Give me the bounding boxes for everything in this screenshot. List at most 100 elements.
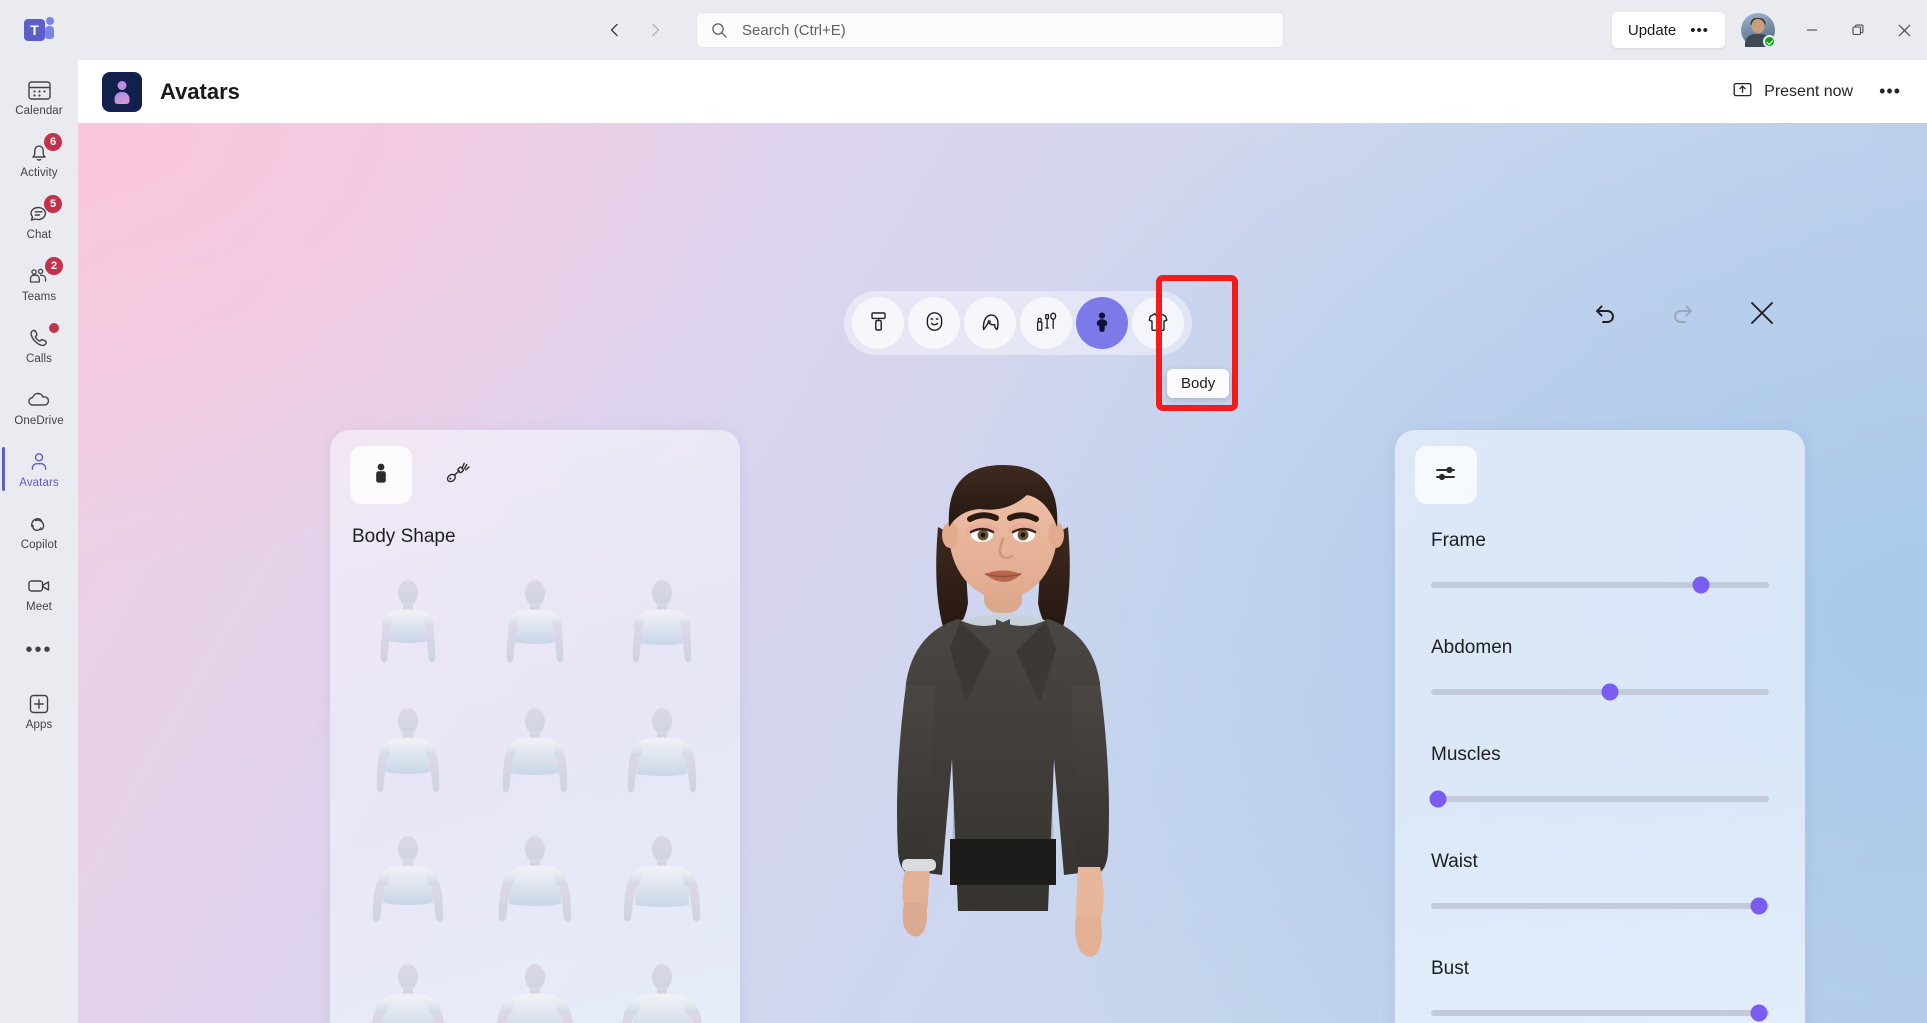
plus-box-icon	[27, 692, 51, 716]
restore-icon	[1852, 24, 1864, 36]
slider-thumb[interactable]	[1750, 897, 1768, 915]
teams-icon: 2	[26, 256, 63, 288]
body-shape-option[interactable]	[599, 954, 726, 1023]
update-more-icon[interactable]: •••	[1690, 23, 1709, 38]
cloud-icon	[26, 388, 52, 412]
category-button-base[interactable]	[852, 297, 904, 349]
body-shape-option[interactable]	[599, 570, 726, 694]
share-up-icon	[1733, 80, 1752, 104]
slider-thumb[interactable]	[1429, 790, 1447, 808]
search-placeholder: Search (Ctrl+E)	[742, 21, 846, 39]
body-shape-panel: Body Shape	[330, 430, 740, 1023]
body-shape-option[interactable]	[599, 698, 726, 822]
undo-button[interactable]	[1589, 298, 1619, 328]
slider-abdomen: Abdomen	[1431, 637, 1769, 701]
sidebar-label: Calls	[25, 352, 53, 365]
body-shape-option[interactable]	[471, 826, 598, 950]
slider-label: Frame	[1431, 530, 1486, 551]
badge-dot	[49, 322, 59, 333]
subtab-prosthetics[interactable]	[428, 446, 490, 504]
body-shape-option[interactable]	[471, 570, 598, 694]
slider-thumb[interactable]	[1692, 576, 1710, 594]
minimize-button[interactable]	[1789, 0, 1835, 60]
category-button-hair[interactable]	[964, 297, 1016, 349]
window-controls	[1789, 0, 1927, 60]
main-content: Avatars Present now ••• Body Body Shape …	[78, 60, 1927, 1023]
minimize-icon	[1807, 29, 1817, 31]
slider-label: Waist	[1431, 851, 1478, 872]
hair-icon	[979, 310, 1002, 336]
search-input[interactable]: Search (Ctrl+E)	[696, 12, 1284, 48]
slider-track[interactable]	[1431, 683, 1769, 701]
slider-thumb[interactable]	[1750, 1004, 1768, 1022]
subtab-body-sliders[interactable]	[1415, 446, 1477, 504]
sidebar-item-calendar[interactable]: Calendar	[2, 66, 76, 128]
copilot-icon	[26, 512, 52, 536]
window-body: Calendar 6 Activity 5 Chat 2 Teams Calls…	[0, 60, 1927, 1023]
titlebar-right: Update •••	[1611, 0, 1927, 60]
close-editor-button[interactable]	[1749, 300, 1775, 326]
subtab-body-shape[interactable]	[350, 446, 412, 504]
update-button[interactable]: Update •••	[1611, 12, 1725, 48]
category-button-body[interactable]	[1076, 297, 1128, 349]
close-icon	[1898, 24, 1910, 36]
app-header: Avatars Present now •••	[78, 60, 1927, 123]
back-button[interactable]	[598, 13, 632, 47]
body-shape-option[interactable]	[471, 698, 598, 822]
category-button-face[interactable]	[908, 297, 960, 349]
bell-icon: 6	[27, 132, 62, 164]
user-avatar[interactable]	[1741, 13, 1776, 48]
present-now-button[interactable]: Present now	[1733, 80, 1853, 104]
sidebar-item-teams[interactable]: 2 Teams	[2, 252, 76, 314]
app-rail-sidebar: Calendar 6 Activity 5 Chat 2 Teams Calls…	[0, 60, 78, 1023]
body-shape-option[interactable]	[471, 954, 598, 1023]
close-window-button[interactable]	[1881, 0, 1927, 60]
sidebar-more-button[interactable]: •••	[2, 624, 76, 676]
slider-thumb[interactable]	[1601, 683, 1619, 701]
sidebar-item-avatars[interactable]: Avatars	[2, 438, 76, 500]
body-shape-option[interactable]	[344, 698, 471, 822]
slider-frame: Frame	[1431, 530, 1769, 594]
avatars-app-icon	[102, 71, 142, 112]
sidebar-item-activity[interactable]: 6 Activity	[2, 128, 76, 190]
body-person-icon	[1090, 310, 1114, 337]
sidebar-item-apps[interactable]: Apps	[2, 680, 76, 742]
panel-title: Body Shape	[352, 526, 456, 547]
slider-track[interactable]	[1431, 897, 1769, 915]
forward-button[interactable]	[638, 13, 672, 47]
slider-track[interactable]	[1431, 576, 1769, 594]
avatar-preview[interactable]	[838, 435, 1168, 1023]
sidebar-item-onedrive[interactable]: OneDrive	[2, 376, 76, 438]
body-shape-grid	[344, 570, 726, 1023]
avatar-face	[1751, 19, 1765, 34]
update-label: Update	[1627, 21, 1677, 39]
slider-track[interactable]	[1429, 790, 1769, 808]
body-shape-option[interactable]	[344, 826, 471, 950]
makeup-icon	[1035, 310, 1058, 336]
search-container: Search (Ctrl+E)	[696, 12, 1284, 48]
body-shape-option[interactable]	[599, 826, 726, 950]
phone-icon	[27, 322, 59, 350]
badge-count: 6	[44, 132, 62, 151]
sidebar-item-calls[interactable]: Calls	[2, 314, 76, 376]
maximize-button[interactable]	[1835, 0, 1881, 60]
body-shape-option[interactable]	[344, 954, 471, 1023]
sidebar-item-meet[interactable]: Meet	[2, 562, 76, 624]
slider-track[interactable]	[1431, 1004, 1769, 1022]
badge-count: 2	[45, 256, 63, 275]
avatar-editor-stage: Body Body Shape Frame Abdomen Muscles Wa…	[78, 123, 1927, 1023]
sidebar-label: Teams	[21, 290, 57, 303]
category-button-clothing[interactable]	[1132, 297, 1184, 349]
teams-logo: T	[0, 17, 78, 43]
chevron-right-icon	[652, 23, 660, 37]
sidebar-item-chat[interactable]: 5 Chat	[2, 190, 76, 252]
category-tooltip-body: Body	[1167, 369, 1230, 398]
app-more-options-button[interactable]: •••	[1875, 75, 1905, 108]
sidebar-item-copilot[interactable]: Copilot	[2, 500, 76, 562]
presence-badge-available	[1763, 35, 1776, 48]
chevron-left-icon	[610, 23, 618, 37]
category-button-makeup[interactable]	[1020, 297, 1072, 349]
redo-button[interactable]	[1669, 298, 1699, 328]
stage-action-buttons	[1589, 298, 1775, 328]
body-shape-option[interactable]	[344, 570, 471, 694]
